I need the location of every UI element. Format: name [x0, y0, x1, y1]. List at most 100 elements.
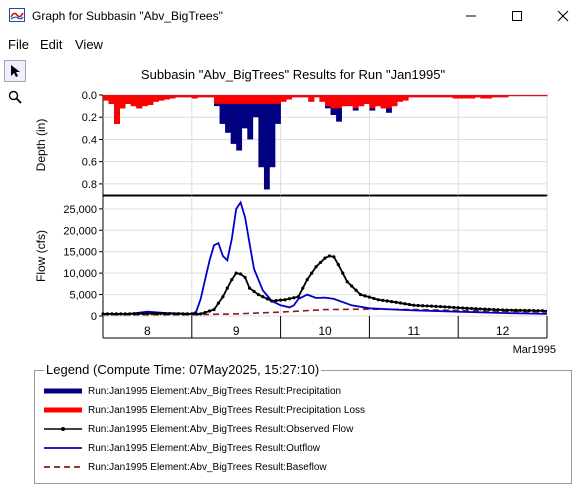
observed-flow-point: [509, 308, 514, 312]
x-axis-label: Mar1995: [513, 344, 556, 356]
observed-flow-point: [447, 305, 451, 309]
precipitation-loss-bar: [436, 95, 442, 98]
depth-tick-label: 0.6: [82, 157, 97, 169]
precipitation-loss-bar: [347, 95, 354, 107]
precipitation-loss-bar: [308, 95, 315, 102]
precipitation-loss-bar: [369, 95, 376, 109]
legend-swatch: [44, 388, 82, 394]
precipitation-loss-bar: [252, 95, 259, 104]
precipitation-loss-bar: [247, 95, 254, 104]
depth-tick-label: 0.4: [82, 134, 97, 146]
flow-tick-label: 5,000: [69, 290, 97, 302]
precipitation-loss-bar: [413, 95, 420, 98]
precipitation-loss-bar: [352, 95, 359, 109]
observed-flow-point: [194, 312, 198, 316]
observed-flow-point: [345, 280, 349, 284]
observed-flow-point: [230, 277, 234, 282]
observed-flow-point: [150, 311, 154, 316]
observed-flow-point: [190, 312, 194, 316]
precipitation-loss-bar: [386, 95, 392, 109]
precipitation-loss-bar: [341, 95, 348, 107]
observed-flow-point: [536, 309, 540, 313]
precipitation-loss-bar: [197, 95, 204, 98]
observed-flow-point: [310, 271, 314, 275]
precipitation-loss-bar: [263, 95, 270, 104]
precipitation-loss-bar: [419, 95, 426, 98]
legend-entry-label: Run:Jan1995 Element:Abv_BigTrees Result:…: [88, 385, 342, 397]
precipitation-loss-bar: [363, 95, 370, 104]
observed-flow-point: [518, 308, 522, 312]
precipitation-loss-bar: [141, 95, 148, 107]
precipitation-loss-bar: [219, 95, 226, 104]
observed-flow-point: [212, 307, 216, 312]
observed-flow-point: [123, 312, 127, 316]
legend-entry: Run:Jan1995 Element:Abv_BigTrees Result:…: [44, 421, 353, 437]
flow-tick-label: 10,000: [63, 268, 97, 280]
x-tick-label: 11: [408, 324, 421, 338]
precipitation-loss-bar: [336, 95, 342, 109]
depth-tick-label: 0.0: [82, 90, 97, 102]
observed-flow-point: [247, 286, 252, 290]
flow-tick-label: 20,000: [63, 225, 97, 237]
observed-flow-point: [136, 312, 141, 316]
observed-flow-point: [265, 297, 269, 301]
observed-flow-point: [234, 271, 238, 275]
observed-flow-point: [163, 311, 167, 316]
observed-flow-point: [505, 308, 509, 312]
observed-flow-point: [412, 303, 416, 307]
precipitation-loss-bar: [463, 95, 470, 99]
precipitation-loss-bar: [380, 95, 387, 109]
observed-flow-point: [261, 295, 265, 299]
observed-flow-point: [527, 308, 531, 313]
precipitation-loss-bar: [530, 95, 537, 97]
legend-swatch: [44, 427, 82, 431]
precipitation-loss-bar: [269, 95, 276, 104]
depth-plot-frame: [102, 94, 548, 196]
precipitation-loss-bar: [480, 95, 487, 99]
precipitation-loss-bar: [191, 95, 198, 99]
observed-flow-point: [216, 301, 221, 305]
precipitation-loss-bar: [136, 95, 143, 109]
precipitation-loss-bar: [280, 95, 287, 102]
observed-flow-point: [425, 304, 429, 308]
precipitation-loss-bar: [502, 95, 509, 98]
observed-flow-point: [128, 312, 132, 316]
precipitation-loss-bar: [225, 95, 231, 104]
observed-flow-point: [270, 299, 274, 303]
precipitation-loss-bar: [325, 95, 331, 107]
precipitation-loss-bar: [152, 95, 159, 102]
flow-tick-label: 0: [91, 311, 97, 323]
precipitation-loss-bar: [430, 95, 437, 98]
observed-flow-point: [256, 292, 260, 297]
observed-flow-point: [487, 307, 491, 311]
precipitation-loss-bar: [175, 95, 181, 98]
precipitation-loss-bar: [286, 95, 292, 100]
precipitation-loss-bar: [424, 95, 431, 98]
precipitation-bar: [263, 95, 270, 190]
observed-flow-point: [301, 286, 305, 290]
precipitation-loss-bar: [180, 95, 187, 98]
legend-entry-label: Run:Jan1995 Element:Abv_BigTrees Result:…: [88, 423, 354, 435]
observed-flow-point: [176, 312, 181, 316]
observed-flow-point: [110, 312, 114, 316]
precipitation-loss-bar: [169, 95, 176, 99]
observed-flow-point: [358, 292, 363, 297]
observed-flow-point: [398, 301, 403, 305]
observed-flow-point: [372, 296, 376, 301]
observed-flow-point: [416, 303, 420, 308]
precipitation-loss-bar: [108, 95, 115, 104]
precipitation-loss-bar: [147, 95, 154, 105]
precipitation-loss-bar: [158, 95, 165, 101]
observed-flow-point: [336, 262, 340, 267]
observed-flow-point: [243, 275, 247, 280]
observed-flow-point: [252, 289, 256, 293]
observed-flow-point: [145, 311, 149, 316]
depth-tick-label: 0.2: [82, 112, 97, 124]
observed-flow-point: [141, 312, 145, 316]
precipitation-loss-bar: [447, 95, 453, 98]
observed-flow-point: [403, 302, 407, 306]
legend-swatch: [44, 466, 82, 468]
precipitation-loss-bar: [291, 95, 298, 98]
precipitation-loss-bar: [230, 95, 237, 104]
precipitation-loss-bar: [397, 95, 403, 102]
